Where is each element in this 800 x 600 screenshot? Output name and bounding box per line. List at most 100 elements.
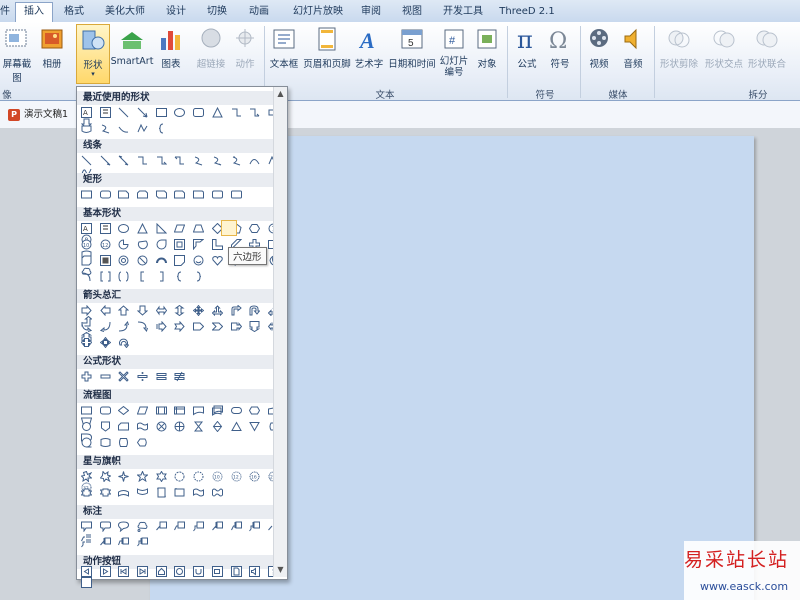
wordart-button[interactable]: A 艺术字 xyxy=(353,24,385,82)
vertical-scroll-icon[interactable] xyxy=(156,487,167,498)
rounded-rectangular-callout-icon[interactable] xyxy=(99,521,111,532)
flowchart-terminator-icon[interactable] xyxy=(230,405,242,416)
tab-design[interactable]: 设计 xyxy=(158,3,194,21)
down-arrow-icon[interactable] xyxy=(137,305,149,316)
curved-arrow-connector-icon[interactable] xyxy=(212,155,223,166)
flowchart-sequential-storage-icon[interactable] xyxy=(81,437,92,448)
action-forward-icon[interactable] xyxy=(99,566,111,577)
donut-icon[interactable] xyxy=(118,255,129,266)
left-bracket-icon[interactable] xyxy=(137,271,148,282)
shape-intersect-button[interactable]: 形状交点 xyxy=(702,24,746,82)
symbol-button[interactable]: Ω 符号 xyxy=(545,24,575,82)
minus-icon[interactable] xyxy=(100,371,111,382)
chart-button[interactable]: 图表 xyxy=(157,24,185,82)
brace-shape-icon[interactable] xyxy=(156,123,167,134)
double-wave-icon[interactable] xyxy=(211,487,223,498)
division-icon[interactable] xyxy=(137,371,148,382)
line-callout-accent-bar-3-icon[interactable] xyxy=(249,521,261,532)
double-bracket-icon[interactable] xyxy=(100,271,111,282)
freeform-shape-icon[interactable] xyxy=(137,123,148,134)
flowchart-summing-junction-icon[interactable] xyxy=(156,421,167,432)
bent-arrow-icon[interactable] xyxy=(231,305,242,316)
round-same-side-rectangle-icon[interactable] xyxy=(211,189,223,200)
action-beginning-icon[interactable] xyxy=(118,566,130,577)
triangle-shape-icon[interactable] xyxy=(212,107,223,118)
date-time-button[interactable]: 5 日期和时间 xyxy=(387,24,437,82)
rectangle-shape-icon[interactable] xyxy=(155,107,167,118)
curved-connector-icon[interactable] xyxy=(193,155,204,166)
action-custom-icon[interactable] xyxy=(81,577,92,588)
rounded-rectangle-icon[interactable] xyxy=(99,189,111,200)
rectangle-icon[interactable] xyxy=(81,189,92,200)
photo-album-button[interactable]: 相册 xyxy=(36,24,68,82)
hyperlink-button[interactable]: 超链接 xyxy=(194,24,228,82)
flowchart-preparation-icon[interactable] xyxy=(249,405,261,416)
flowchart-connector-icon[interactable] xyxy=(81,421,92,432)
flowchart-document-icon[interactable] xyxy=(193,405,205,416)
not-equal-icon[interactable] xyxy=(174,371,185,382)
tab-transitions[interactable]: 切换 xyxy=(199,3,235,21)
frame-icon[interactable] xyxy=(174,239,186,250)
smiley-face-icon[interactable] xyxy=(193,255,204,266)
action-back-icon[interactable] xyxy=(81,566,92,577)
double-arrow-line-icon[interactable] xyxy=(118,155,129,166)
screenshot-button[interactable]: 屏幕截图 xyxy=(0,24,34,84)
curved-left-arrow-icon[interactable] xyxy=(99,321,111,332)
flowchart-display-icon[interactable] xyxy=(137,437,148,448)
cloud-callout-icon[interactable] xyxy=(137,521,148,532)
right-bracket-icon[interactable] xyxy=(156,271,167,282)
shape-subtract-button[interactable]: 形状剪除 xyxy=(657,24,701,82)
circular-arrow-icon[interactable] xyxy=(118,337,130,348)
oval-icon[interactable] xyxy=(118,223,130,234)
up-ribbon-icon[interactable] xyxy=(81,487,92,498)
left-right-up-arrow-icon[interactable] xyxy=(211,305,223,316)
curved-up-arrow-icon[interactable] xyxy=(118,321,130,332)
action-movie-icon[interactable] xyxy=(211,566,223,577)
line-shape-icon[interactable] xyxy=(118,107,129,118)
star-10-point-icon[interactable]: 10 xyxy=(212,471,223,482)
elbow-arrow-connector-icon[interactable] xyxy=(156,155,167,166)
textbox-icon[interactable]: A xyxy=(81,223,92,234)
round-single-corner-rectangle-icon[interactable] xyxy=(193,189,205,200)
curved-right-arrow-icon[interactable] xyxy=(81,321,92,332)
line-callout-accent-bar-2-icon[interactable] xyxy=(230,521,242,532)
curve-icon[interactable] xyxy=(249,155,260,166)
star-5-point-icon[interactable] xyxy=(137,471,149,482)
line-callout-1-icon[interactable] xyxy=(155,521,167,532)
explosion-1-icon[interactable] xyxy=(81,471,92,482)
action-button[interactable]: 动作 xyxy=(231,24,259,82)
wave-icon[interactable] xyxy=(193,487,205,498)
heart-icon[interactable] xyxy=(212,255,223,266)
plus-icon[interactable] xyxy=(81,371,92,382)
horizontal-scroll-icon[interactable] xyxy=(174,487,185,498)
right-brace-icon[interactable] xyxy=(193,271,204,282)
tab-file[interactable]: 件 xyxy=(0,3,10,21)
right-arrow-callout-icon[interactable] xyxy=(230,321,242,332)
flowchart-sort-icon[interactable] xyxy=(212,421,223,432)
decagon-icon[interactable]: 10 xyxy=(81,239,92,250)
gallery-scrollbar[interactable]: ▲ ▼ xyxy=(273,87,287,577)
star-4-point-icon[interactable] xyxy=(118,471,129,482)
rounded-rectangle-shape-icon[interactable] xyxy=(193,107,205,118)
flowchart-shape-icon[interactable] xyxy=(81,123,92,134)
action-home-icon[interactable] xyxy=(155,566,167,577)
action-end-icon[interactable] xyxy=(137,566,149,577)
flowchart-card-icon[interactable] xyxy=(118,421,130,432)
elbow-connector-shape-icon[interactable] xyxy=(231,107,242,118)
line-callout-accent-bar-icon[interactable] xyxy=(211,521,223,532)
tab-slideshow[interactable]: 幻灯片放映 xyxy=(284,3,352,21)
down-arrow-callout-icon[interactable] xyxy=(249,321,261,332)
flowchart-multidocument-icon[interactable] xyxy=(211,405,223,416)
tab-insert[interactable]: 插入 xyxy=(15,2,53,23)
star-12-point-icon[interactable]: 12 xyxy=(231,471,242,482)
half-frame-icon[interactable] xyxy=(193,239,205,250)
right-arrow-icon[interactable] xyxy=(81,305,92,316)
double-brace-icon[interactable] xyxy=(118,271,129,282)
line-callout-no-border-3-icon[interactable] xyxy=(81,537,92,548)
arrow-line-shape-icon[interactable] xyxy=(137,107,148,118)
flowchart-predefined-process-icon[interactable] xyxy=(155,405,167,416)
scroll-down-arrow-icon[interactable]: ▼ xyxy=(275,564,286,575)
header-footer-button[interactable]: 页眉和页脚 xyxy=(302,24,352,82)
vertical-textbox-icon[interactable] xyxy=(99,223,111,234)
curved-down-arrow-icon[interactable] xyxy=(137,321,149,332)
